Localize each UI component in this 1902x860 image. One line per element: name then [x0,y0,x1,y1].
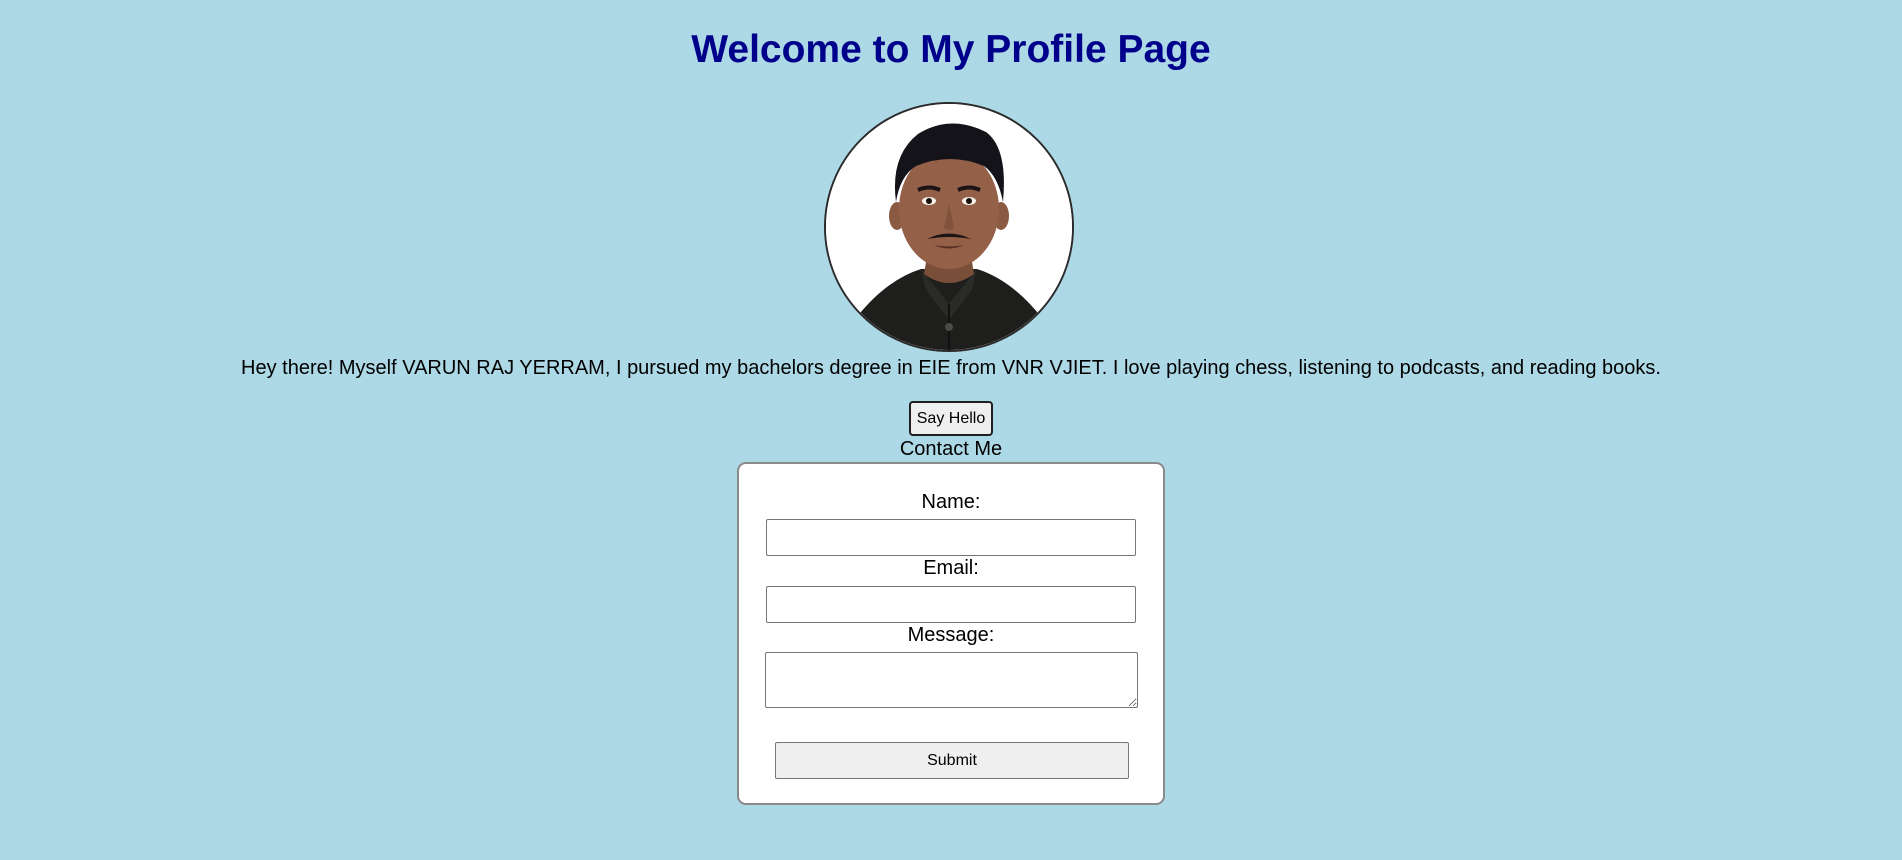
name-label: Name: [921,491,981,513]
message-label: Message: [907,624,995,646]
email-input[interactable] [766,586,1136,623]
name-input[interactable] [766,519,1136,556]
submit-button[interactable]: Submit [775,742,1129,779]
profile-photo [824,102,1074,352]
page-title: Welcome to My Profile Page [691,28,1211,71]
person-portrait-icon [826,104,1072,350]
message-textarea[interactable] [765,652,1138,708]
contact-form: Name: Email: Message: Submit [737,462,1165,805]
profile-page: Welcome to My Profile Page Hey there! My… [0,0,1902,860]
contact-heading: Contact Me [899,438,1003,460]
bio-text: Hey there! Myself VARUN RAJ YERRAM, I pu… [241,357,1661,379]
say-hello-button[interactable]: Say Hello [909,401,993,436]
email-label: Email: [923,557,979,579]
